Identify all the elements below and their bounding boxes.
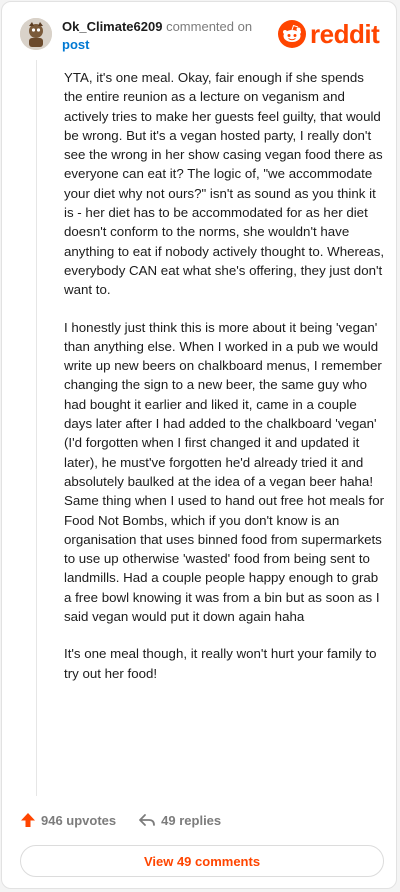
reddit-wordmark: reddit (310, 18, 380, 49)
comment-body: YTA, it's one meal. Okay, fair enough if… (64, 68, 386, 701)
reply-arrow-icon (139, 814, 156, 826)
reddit-logo-icon (278, 20, 306, 48)
comment-meta: Ok_Climate6209 commented on post (62, 18, 262, 54)
upvote-arrow-icon (21, 813, 35, 827)
view-comments-button[interactable]: View 49 comments (20, 845, 384, 877)
thread-line[interactable] (36, 60, 37, 796)
replies-button[interactable]: 49 replies (138, 812, 221, 828)
username-link[interactable]: Ok_Climate6209 (62, 19, 162, 34)
post-link[interactable]: post (62, 37, 89, 52)
comment-paragraph: YTA, it's one meal. Okay, fair enough if… (64, 70, 385, 298)
upvote-count: 946 upvotes (41, 812, 117, 828)
comment-paragraph: It's one meal though, it really won't hu… (64, 646, 377, 681)
comment-stats: 946 upvotes 49 replies (20, 810, 243, 830)
reply-count: 49 replies (161, 812, 222, 828)
comment-paragraph: I honestly just think this is more about… (64, 319, 385, 625)
upvote-button[interactable]: 946 upvotes (20, 812, 116, 828)
reddit-logo[interactable]: reddit (278, 18, 380, 49)
comment-card: Ok_Climate6209 commented on post reddit … (1, 1, 397, 889)
avatar[interactable] (20, 18, 52, 50)
commented-on-text: commented on (166, 19, 253, 34)
